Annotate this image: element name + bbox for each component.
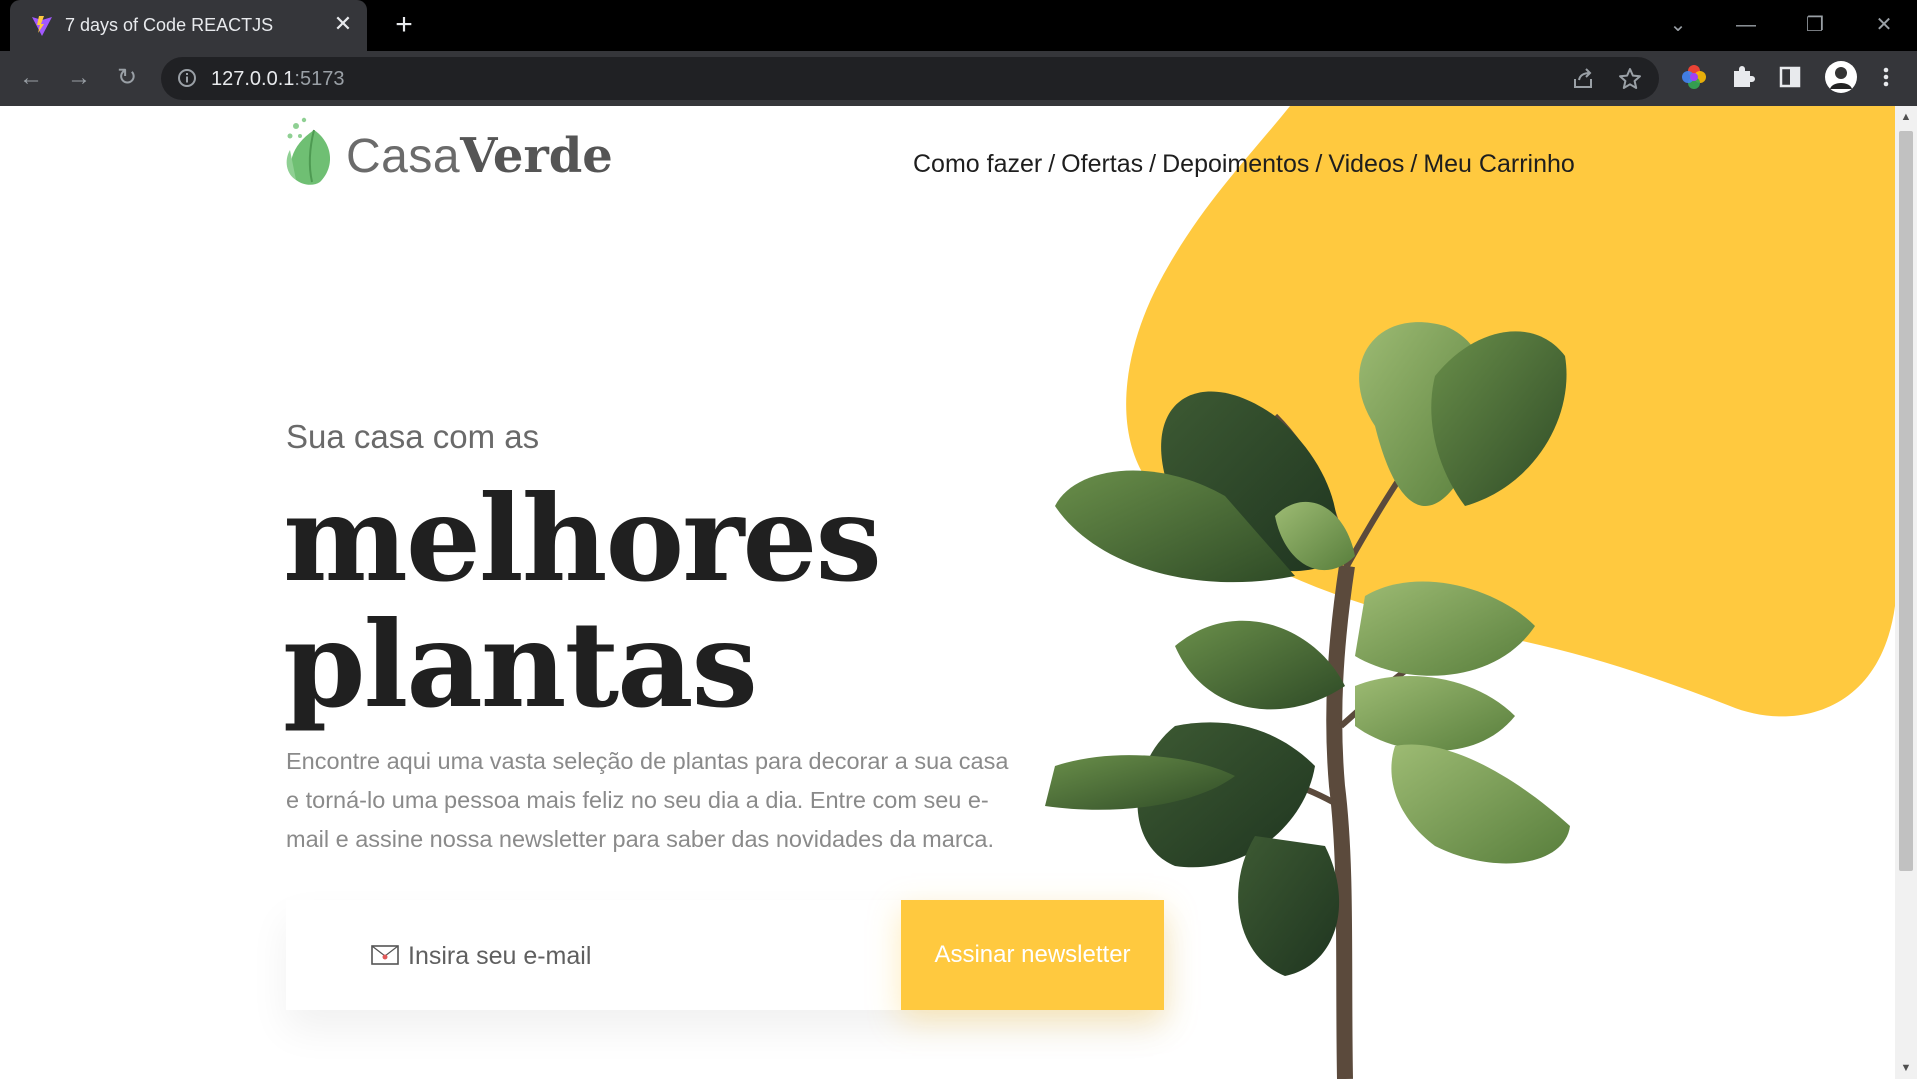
tab-title: 7 days of Code REACTJS [65,15,274,35]
extensions-puzzle-icon[interactable] [1728,63,1756,91]
email-input[interactable] [406,930,890,982]
subscribe-newsletter-button[interactable]: Assinar newsletter [901,900,1164,1010]
url-port: :5173 [294,68,345,90]
forward-button[interactable]: → [62,61,96,95]
vite-favicon-icon [32,16,52,36]
profile-avatar[interactable] [1824,60,1858,94]
nav-separator: / [1410,150,1418,178]
nav-link-meu-carrinho[interactable]: Meu Carrinho [1423,150,1574,178]
nav-separator: / [1315,150,1323,178]
share-icon[interactable] [1571,67,1595,91]
color-extension-icon[interactable] [1680,63,1708,91]
tab-close-icon[interactable]: ✕ [331,12,355,36]
nav-separator: / [1149,150,1157,178]
tab-search-icon[interactable]: ⌄ [1663,10,1693,40]
newsletter-form: Assinar newsletter [286,900,1164,1010]
hero-title-line1: melhores [283,469,882,608]
nav-link-como-fazer[interactable]: Como fazer [913,150,1042,178]
main-nav: Como fazer / Ofertas / Depoimentos / Videos / Me… [913,150,1575,179]
nav-link-videos[interactable]: Videos [1328,150,1404,178]
page-scrollbar[interactable]: ▲ ▼ [1895,106,1917,1079]
site-info-icon[interactable] [177,68,197,88]
nav-link-ofertas[interactable]: Ofertas [1061,150,1143,178]
browser-toolbar: ← → ↻ 127.0.0.1:5173 [0,51,1917,106]
brand-wordmark: CasaVerde [346,128,613,184]
browser-menu-icon[interactable] [1872,63,1900,91]
browser-tab[interactable]: 7 days of Code REACTJS ✕ [10,0,367,51]
new-tab-button[interactable]: + [389,10,419,40]
hero-title-line2: plantas [283,595,758,734]
close-window-button[interactable]: ✕ [1869,10,1899,40]
hero-description: Encontre aqui uma vasta seleção de plant… [286,748,1009,852]
bookmark-star-icon[interactable] [1618,67,1642,91]
scrollbar-thumb[interactable] [1899,131,1913,871]
scroll-up-arrow-icon[interactable]: ▲ [1899,110,1913,124]
page-viewport: CasaVerde Como fazer / Ofertas / Depoimentos… [0,106,1895,1079]
scroll-down-arrow-icon[interactable]: ▼ [1899,1061,1913,1075]
address-bar[interactable]: 127.0.0.1:5173 [161,57,1659,100]
envelope-icon [371,945,399,965]
browser-tab-bar: 7 days of Code REACTJS ✕ + ⌄ — ❐ ✕ [0,0,1917,51]
reload-button[interactable]: ↻ [110,61,144,95]
restore-button[interactable]: ❐ [1800,10,1830,40]
side-panel-icon[interactable] [1776,63,1804,91]
minimize-button[interactable]: — [1731,10,1761,40]
back-button[interactable]: ← [14,61,48,95]
hero-subtitle: Sua casa com as [286,418,540,455]
leaf-logo-icon [286,117,331,185]
brand-casa: Casa [346,130,461,183]
hero-title: melhores plantas [283,476,882,728]
brand-verde: Verde [460,128,613,184]
nav-link-depoimentos[interactable]: Depoimentos [1162,150,1309,178]
url-host: 127.0.0.1 [211,68,295,90]
url-text: 127.0.0.1:5173 [211,68,344,91]
nav-separator: / [1048,150,1056,178]
